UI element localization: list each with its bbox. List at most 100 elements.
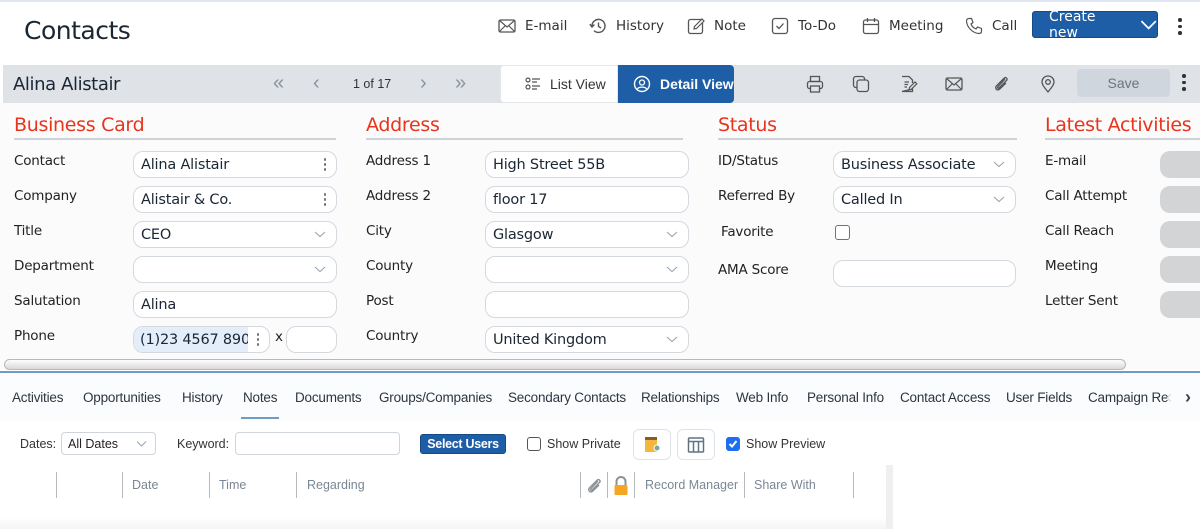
ama-score-label: AMA Score xyxy=(718,262,789,278)
latest-activities-title: Latest Activities xyxy=(1045,114,1192,136)
tab-opportunities[interactable]: Opportunities xyxy=(83,390,161,405)
tab-history[interactable]: History xyxy=(182,390,223,405)
contact-value: Alina Alistair xyxy=(141,156,229,173)
checkmark-icon xyxy=(728,440,738,448)
edit-document-icon[interactable] xyxy=(898,74,918,94)
last-record-button[interactable]: » xyxy=(455,73,466,93)
previous-record-button[interactable]: ‹ xyxy=(313,73,320,93)
note-action-label: Note xyxy=(714,18,746,34)
ama-score-input[interactable] xyxy=(833,260,1016,287)
id-status-label: ID/Status xyxy=(718,153,779,169)
chevron-down-icon xyxy=(136,441,147,447)
next-record-button[interactable]: › xyxy=(420,73,427,93)
activity-letter-sent-value xyxy=(1160,291,1200,318)
create-new-label: Create new xyxy=(1049,8,1096,41)
tab-notes[interactable]: Notes xyxy=(240,390,280,419)
record-page-indicator: 1 of 17 xyxy=(353,77,392,91)
todo-action[interactable]: To-Do xyxy=(770,15,836,37)
address2-label: Address 2 xyxy=(366,188,431,204)
tabs-scroll-right-icon[interactable]: › xyxy=(1185,387,1191,408)
keyword-input[interactable] xyxy=(235,432,400,455)
contact-field[interactable]: Alina Alistair xyxy=(133,151,337,178)
address1-input[interactable]: High Street 55B xyxy=(485,151,689,178)
detail-tabs: Activities Opportunities History Notes D… xyxy=(0,373,1200,421)
post-input[interactable] xyxy=(485,291,689,318)
tab-activities[interactable]: Activities xyxy=(12,390,63,405)
contact-detail-form: Business Card Contact Alina Alistair Com… xyxy=(0,103,1200,358)
list-view-button[interactable]: List View xyxy=(500,65,618,103)
column-chooser-button[interactable] xyxy=(677,429,715,460)
tab-documents[interactable]: Documents xyxy=(295,390,362,405)
tab-secondary-contacts[interactable]: Secondary Contacts xyxy=(508,390,626,405)
chevron-down-icon xyxy=(1140,20,1157,30)
tab-groups-companies[interactable]: Groups/Companies xyxy=(379,390,492,405)
column-separator xyxy=(296,472,297,498)
call-action[interactable]: Call xyxy=(964,15,1017,37)
chevron-down-icon xyxy=(666,231,678,238)
more-options-icon[interactable] xyxy=(323,158,326,171)
more-options-icon[interactable] xyxy=(256,333,259,346)
tab-contact-access[interactable]: Contact Access xyxy=(900,390,990,405)
column-header-share-with[interactable]: Share With xyxy=(754,478,816,492)
select-users-button[interactable]: Select Users xyxy=(420,434,506,454)
title-select[interactable]: CEO xyxy=(133,221,337,248)
meeting-action[interactable]: Meeting xyxy=(861,15,943,37)
department-select[interactable] xyxy=(133,256,337,283)
duplicate-icon[interactable] xyxy=(851,74,871,94)
note-action[interactable]: Note xyxy=(686,15,746,37)
column-header-record-manager[interactable]: Record Manager xyxy=(645,478,738,492)
tab-web-info[interactable]: Web Info xyxy=(736,390,788,405)
location-pin-icon[interactable] xyxy=(1038,74,1058,94)
phone-label: Phone xyxy=(14,328,55,344)
print-icon[interactable] xyxy=(805,74,825,94)
column-header-regarding[interactable]: Regarding xyxy=(307,478,365,492)
save-button[interactable]: Save xyxy=(1077,69,1170,97)
paperclip-icon[interactable] xyxy=(991,74,1011,94)
address2-input[interactable]: floor 17 xyxy=(485,186,689,213)
show-preview-checkbox[interactable] xyxy=(726,437,740,451)
tab-campaign-results[interactable]: Campaign Re xyxy=(1088,390,1169,405)
header-more-menu[interactable] xyxy=(1177,18,1183,35)
favorite-checkbox[interactable] xyxy=(835,225,850,240)
column-header-date[interactable]: Date xyxy=(132,478,158,492)
scrollbar-thumb[interactable] xyxy=(4,359,1126,370)
title-label: Title xyxy=(14,223,42,239)
paperclip-icon[interactable] xyxy=(584,476,604,496)
email-action[interactable]: E-mail xyxy=(497,15,567,37)
dates-select[interactable]: All Dates xyxy=(61,432,156,455)
city-value: Glasgow xyxy=(493,226,554,243)
salutation-label: Salutation xyxy=(14,293,81,309)
phone-input[interactable]: (1)23 4567 8901 xyxy=(133,326,270,353)
show-private-checkbox[interactable] xyxy=(527,437,541,451)
company-field[interactable]: Alistair & Co. xyxy=(133,186,337,213)
id-status-select[interactable]: Business Associate xyxy=(833,151,1016,178)
create-new-button[interactable]: Create new xyxy=(1032,8,1158,41)
column-separator xyxy=(56,472,57,498)
county-select[interactable] xyxy=(485,256,689,283)
form-horizontal-scrollbar[interactable] xyxy=(0,358,1200,370)
salutation-input[interactable]: Alina xyxy=(133,291,337,318)
country-select[interactable]: United Kingdom xyxy=(485,326,689,353)
list-view-label: List View xyxy=(550,76,606,92)
history-action[interactable]: History xyxy=(588,15,664,37)
more-options-icon[interactable] xyxy=(323,193,326,206)
tab-user-fields[interactable]: User Fields xyxy=(1006,390,1072,405)
tab-relationships[interactable]: Relationships xyxy=(641,390,720,405)
column-header-time[interactable]: Time xyxy=(219,478,246,492)
tabs-scroll-left-icon[interactable]: ‹ xyxy=(1166,387,1172,408)
preview-splitter[interactable] xyxy=(886,465,893,529)
phone-extension-input[interactable] xyxy=(286,326,337,353)
referred-by-select[interactable]: Called In xyxy=(833,186,1016,213)
city-select[interactable]: Glasgow xyxy=(485,221,689,248)
list-icon xyxy=(525,77,540,90)
column-separator xyxy=(607,472,608,498)
add-note-folder-button[interactable] xyxy=(633,429,671,460)
first-record-button[interactable]: « xyxy=(273,73,284,93)
tab-personal-info[interactable]: Personal Info xyxy=(807,390,884,405)
record-more-menu[interactable] xyxy=(1181,74,1187,91)
referred-by-value: Called In xyxy=(841,191,903,208)
envelope-icon[interactable] xyxy=(944,74,964,94)
detail-view-button[interactable]: Detail View xyxy=(618,65,734,103)
lock-icon[interactable] xyxy=(612,475,630,497)
todo-action-label: To-Do xyxy=(798,18,836,34)
